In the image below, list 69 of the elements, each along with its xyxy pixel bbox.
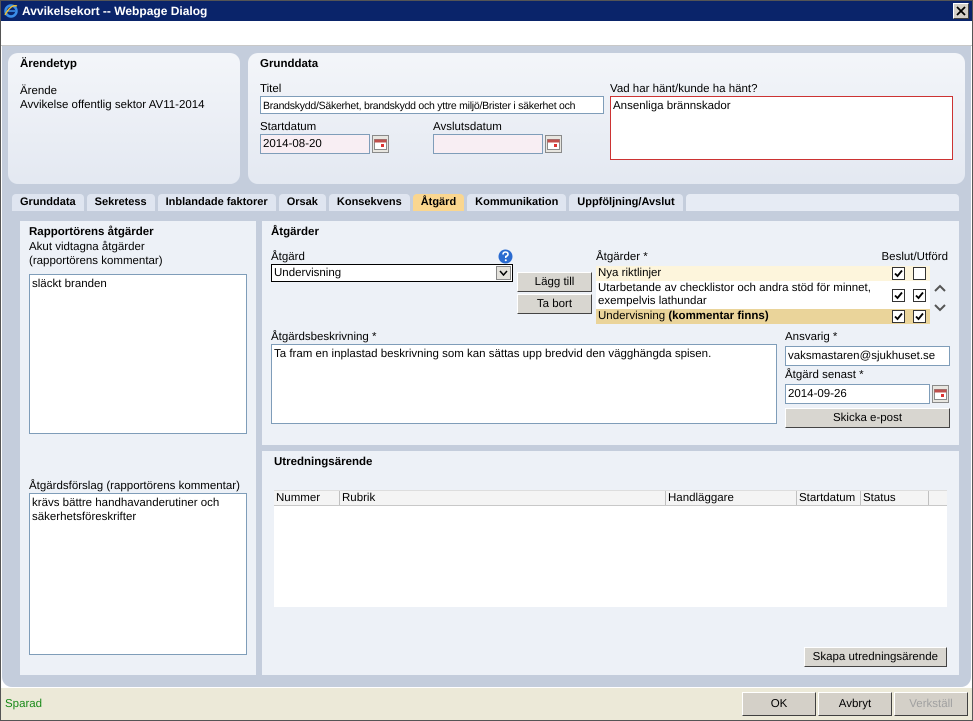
section-heading: Rapportörens åtgärder — [29, 226, 155, 238]
send-email-button[interactable]: Skicka e-post — [785, 408, 950, 428]
section-heading: Grunddata — [260, 58, 320, 70]
title-field[interactable]: Brandskydd/Säkerhet, brandskydd och yttre miljö/Brister i säkerhet och — [260, 96, 604, 114]
column-header[interactable]: Handläggare — [666, 491, 797, 505]
tab[interactable]: Sekretess — [86, 194, 155, 211]
window-title: Avvikelsekort -- Webpage Dialog — [22, 4, 208, 18]
tab[interactable]: Orsak — [278, 194, 326, 211]
what-happened-field[interactable]: Ansenliga brännskador — [610, 96, 953, 160]
start-date-field[interactable]: 2014-08-20 — [260, 134, 370, 154]
action-list-item[interactable]: Undervisning (kommentar finns) — [596, 309, 930, 324]
field-label: Vad har hänt/kunde ha hänt? — [610, 82, 758, 96]
column-header[interactable]: Startdatum — [797, 491, 861, 505]
tab[interactable]: Åtgärd — [412, 194, 464, 211]
help-icon[interactable] — [498, 249, 513, 264]
tab[interactable]: Kommunikation — [467, 194, 566, 211]
calendar-button[interactable] — [545, 135, 562, 153]
section-heading: Ärendetyp — [20, 58, 78, 70]
action-name: Undervisning (kommentar finns) — [598, 310, 770, 323]
field-label: Titel — [260, 82, 282, 96]
field-label: Ansvarig * — [785, 330, 838, 344]
checkbox[interactable] — [913, 267, 926, 280]
proposal-field[interactable]: krävs bättre handhavanderutiner och säkerhetsföreskrifter — [29, 493, 247, 655]
end-date-field[interactable] — [433, 134, 543, 154]
action-name: Utarbetande av checklistor och andra stöd för minnet, exempelvis lathundar — [598, 282, 872, 308]
column-label: Beslut/Utförd — [882, 250, 948, 264]
checkbox[interactable] — [913, 288, 926, 302]
field-label: Akut vidtagna åtgärder (rapportörens kommentar) — [29, 240, 164, 268]
checkbox[interactable] — [913, 310, 926, 323]
calendar-button[interactable] — [932, 385, 949, 403]
close-button[interactable] — [953, 3, 969, 19]
calendar-button[interactable] — [372, 135, 389, 153]
deadline-field[interactable]: 2014-09-26 — [785, 384, 930, 404]
browser-icon — [4, 4, 18, 18]
field-label: Åtgärd senast * — [785, 368, 865, 382]
dialog-button[interactable]: Avbryt — [818, 692, 892, 716]
tab[interactable]: Uppföljning/Avslut — [569, 194, 683, 211]
checkbox[interactable] — [892, 310, 905, 323]
column-header[interactable]: Rubrik — [340, 491, 666, 505]
checkbox[interactable] — [892, 288, 905, 302]
column-header[interactable]: Status — [861, 491, 929, 505]
checkbox[interactable] — [892, 267, 905, 280]
add-button[interactable]: Lägg till — [517, 272, 592, 292]
tab[interactable]: Konsekvens — [328, 194, 410, 211]
field-label: Åtgärdsförslag (rapportörens kommentar) — [29, 479, 241, 493]
section-heading: Åtgärder — [271, 226, 320, 238]
create-investigation-button[interactable]: Skapa utredningsärende — [804, 647, 947, 667]
description-field[interactable]: Ta fram en inplastad beskrivning som kan sättas upp bredvid den vägghängda spisen. — [271, 344, 777, 424]
tab[interactable]: Grunddata — [12, 194, 84, 211]
action-list-item[interactable]: Nya riktlinjer — [596, 266, 930, 281]
list-label: Åtgärder * — [596, 250, 648, 264]
field-label: Åtgärdsbeskrivning * — [271, 330, 378, 344]
section-heading: Utredningsärende — [274, 456, 374, 468]
remove-button[interactable]: Ta bort — [517, 294, 592, 314]
case-label: Ärende — [20, 84, 58, 98]
caret-icon — [499, 270, 508, 276]
field-label: Avslutsdatum — [433, 120, 503, 134]
action-name: Nya riktlinjer — [598, 267, 662, 280]
action-dropdown[interactable]: Undervisning — [271, 264, 513, 282]
tab[interactable]: Inblandade faktorer — [158, 194, 276, 211]
acute-actions-field[interactable]: släckt branden — [29, 274, 247, 434]
action-list-item[interactable]: Utarbetande av checklistor och andra stöd för minnet, exempelvis lathundar — [596, 281, 930, 309]
column-header[interactable]: Nummer — [274, 491, 340, 505]
case-value: Avvikelse offentlig sektor AV11-2014 — [20, 98, 206, 112]
field-label: Åtgärd — [271, 250, 305, 264]
dialog-button[interactable]: OK — [742, 692, 816, 716]
responsible-field[interactable]: vaksmastaren@sjukhuset.se — [785, 346, 950, 366]
field-label: Startdatum — [260, 120, 318, 134]
status-text: Sparad — [5, 698, 42, 710]
